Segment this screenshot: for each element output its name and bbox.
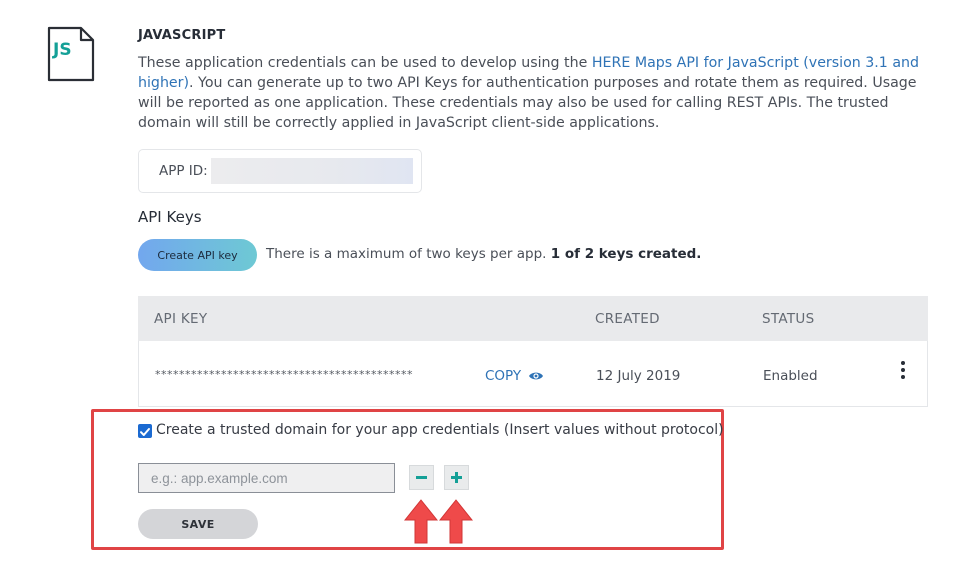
api-keys-table-header: API KEY CREATED STATUS xyxy=(138,296,928,341)
masked-api-key: ****************************************… xyxy=(155,368,413,381)
table-row: ****************************************… xyxy=(138,341,928,407)
arrow-up-icon xyxy=(438,499,474,545)
trusted-domain-label[interactable]: Create a trusted domain for your app cre… xyxy=(156,422,724,438)
js-file-icon: JS xyxy=(47,26,95,82)
limit-text: There is a maximum of two keys per app. xyxy=(266,246,551,262)
arrow-up-icon xyxy=(403,499,439,545)
key-status: Enabled xyxy=(763,368,818,384)
copy-key-link[interactable]: COPY xyxy=(485,368,521,384)
add-domain-button[interactable] xyxy=(444,465,469,490)
app-id-box: APP ID: xyxy=(138,149,422,193)
app-id-value-redacted xyxy=(211,158,413,184)
column-header-created: CREATED xyxy=(595,311,660,327)
column-header-api-key: API KEY xyxy=(154,311,208,327)
js-icon-label: JS xyxy=(52,40,72,60)
checkbox-checked-icon xyxy=(140,428,150,436)
description-text: These application credentials can be use… xyxy=(138,55,592,71)
plus-icon xyxy=(451,472,462,483)
remove-domain-button[interactable] xyxy=(409,465,434,490)
create-api-key-button[interactable]: Create API key xyxy=(138,239,257,271)
section-title: JAVASCRIPT xyxy=(138,28,226,43)
section-description: These application credentials can be use… xyxy=(138,53,933,133)
description-text-rest: . You can generate up to two API Keys fo… xyxy=(138,75,917,131)
api-keys-title: API Keys xyxy=(138,208,202,226)
trusted-domain-input[interactable] xyxy=(138,463,395,493)
column-header-status: STATUS xyxy=(762,311,815,327)
more-vertical-icon[interactable] xyxy=(897,361,909,385)
app-id-label: APP ID: xyxy=(159,163,208,179)
save-button[interactable]: SAVE xyxy=(138,509,258,539)
api-key-limit-text: There is a maximum of two keys per app. … xyxy=(266,246,701,262)
eye-icon[interactable] xyxy=(528,367,544,381)
key-count-text: 1 of 2 keys created. xyxy=(550,246,702,262)
created-date: 12 July 2019 xyxy=(596,368,681,384)
minus-icon xyxy=(416,476,427,479)
trusted-domain-checkbox[interactable] xyxy=(138,424,152,438)
